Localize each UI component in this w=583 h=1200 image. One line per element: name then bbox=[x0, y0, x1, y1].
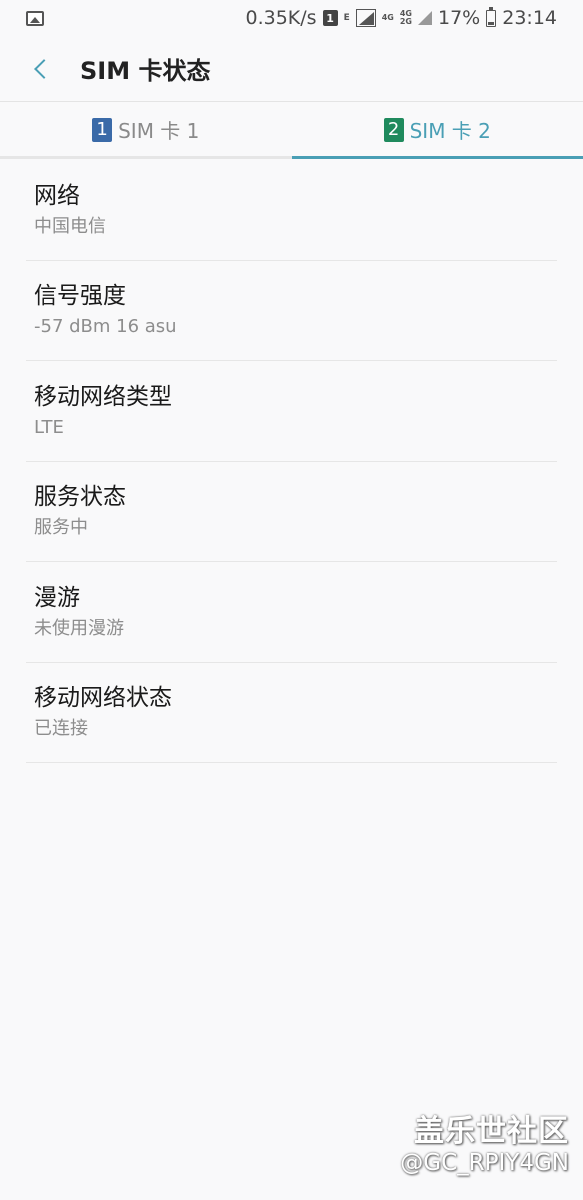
list-item-signal-strength: 信号强度 -57 dBm 16 asu bbox=[26, 261, 557, 361]
watermark-handle: @GC_RPIY4GN bbox=[400, 1150, 569, 1176]
list-item-network: 网络 中国电信 bbox=[26, 160, 557, 261]
row-title: 网络 bbox=[34, 182, 80, 209]
row-value: 已连接 bbox=[34, 718, 88, 740]
battery-percent: 17% bbox=[438, 7, 481, 29]
status-list: 网络 中国电信 信号强度 -57 dBm 16 asu 移动网络类型 LTE 服… bbox=[26, 160, 557, 763]
tab-sim-2[interactable]: 2 SIM 卡 2 bbox=[291, 103, 583, 159]
list-item-service-state: 服务状态 服务中 bbox=[26, 462, 557, 562]
row-title: 移动网络类型 bbox=[34, 383, 172, 410]
page-title: SIM 卡状态 bbox=[80, 57, 211, 85]
row-title: 服务状态 bbox=[34, 484, 126, 511]
tab-sim-1[interactable]: 1 SIM 卡 1 bbox=[0, 103, 292, 156]
row-value: -57 dBm 16 asu bbox=[34, 316, 177, 338]
clock: 23:14 bbox=[502, 7, 557, 29]
sim-tabs: 1 SIM 卡 1 2 SIM 卡 2 bbox=[0, 103, 583, 159]
list-item-roaming: 漫游 未使用漫游 bbox=[26, 562, 557, 663]
list-item-data-state: 移动网络状态 已连接 bbox=[26, 663, 557, 763]
row-value: 中国电信 bbox=[34, 215, 106, 237]
sim-indicator-icon: 1 bbox=[322, 10, 338, 26]
signal-2-icon bbox=[418, 11, 432, 25]
row-title: 漫游 bbox=[34, 584, 80, 611]
data-type-indicator: E bbox=[343, 12, 350, 23]
network-speed: 0.35K/s bbox=[245, 7, 317, 29]
tab-label: SIM 卡 1 bbox=[118, 119, 200, 143]
list-item-network-type: 移动网络类型 LTE bbox=[26, 361, 557, 462]
status-bar: 0.35K/s 1 E 4G 4G 2G 17% 23:14 bbox=[0, 0, 583, 36]
tab-label: SIM 卡 2 bbox=[409, 119, 491, 143]
battery-icon bbox=[486, 6, 497, 27]
network-type-1: 4G bbox=[381, 13, 394, 22]
gallery-icon bbox=[26, 10, 44, 26]
chevron-left-icon bbox=[34, 58, 54, 79]
sim-1-icon: 1 bbox=[92, 117, 113, 142]
app-bar: SIM 卡状态 bbox=[0, 36, 583, 102]
row-title: 移动网络状态 bbox=[34, 685, 172, 712]
row-title: 信号强度 bbox=[34, 283, 126, 310]
watermark-title: 盖乐世社区 bbox=[414, 1114, 569, 1149]
sim-2-icon: 2 bbox=[383, 117, 404, 142]
back-button[interactable] bbox=[14, 39, 74, 99]
row-value: LTE bbox=[34, 416, 64, 438]
row-value: 未使用漫游 bbox=[34, 617, 124, 639]
network-type-2: 4G 2G bbox=[399, 9, 412, 26]
signal-icon bbox=[355, 9, 376, 27]
row-value: 服务中 bbox=[34, 517, 88, 539]
